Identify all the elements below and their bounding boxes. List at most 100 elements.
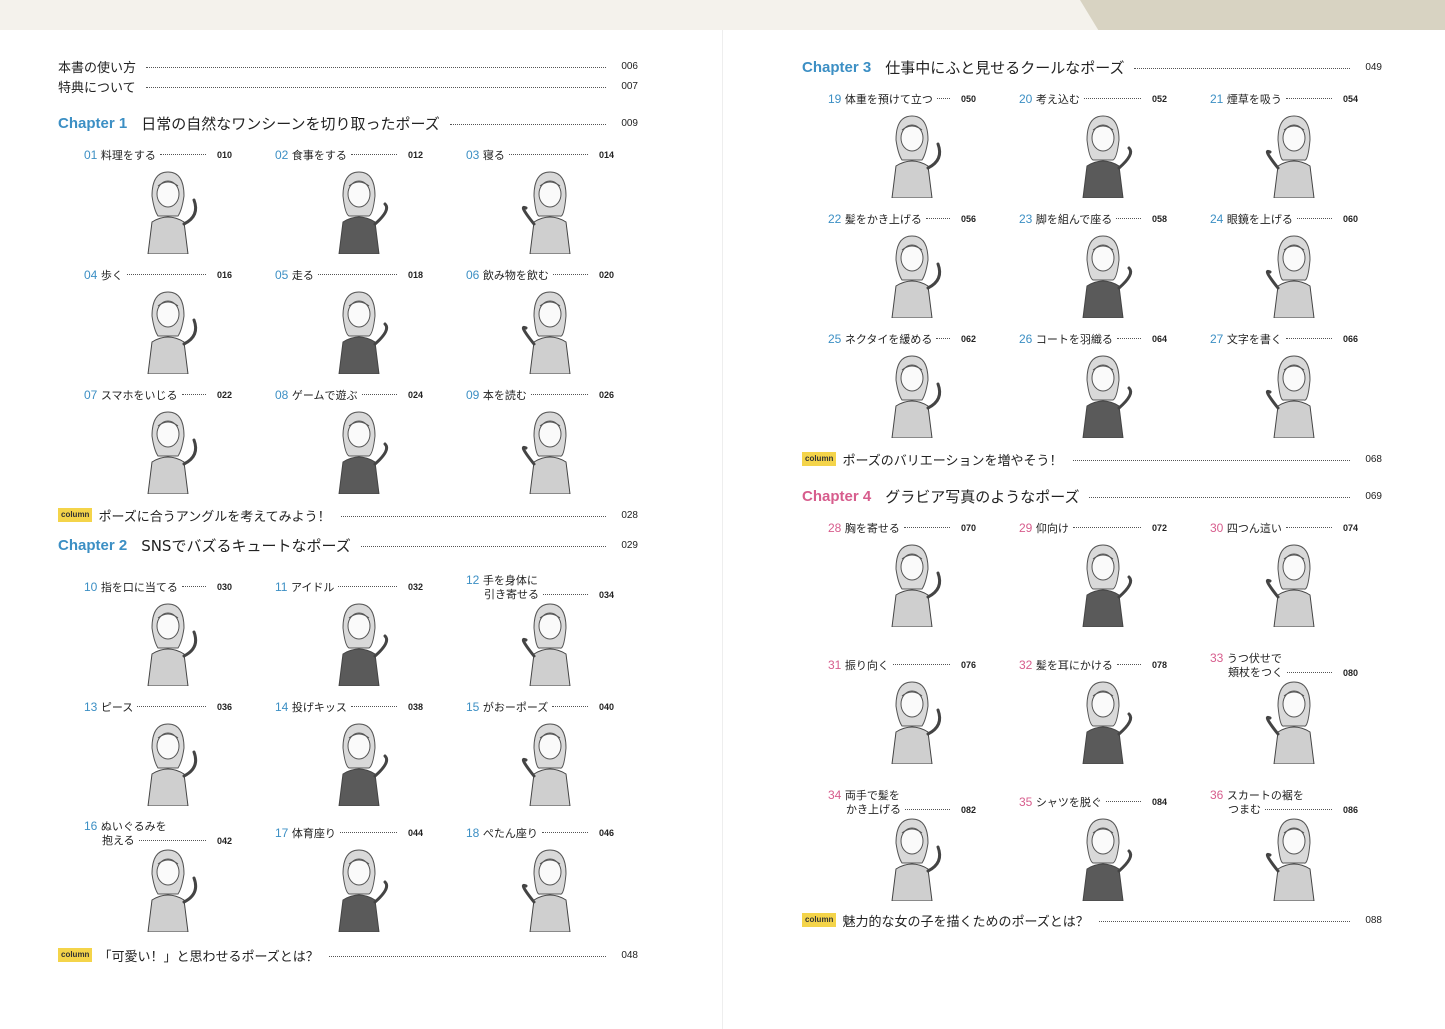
leader-dots xyxy=(905,809,950,810)
pose-entry-22[interactable]: 22 髪をかき上げる 056 xyxy=(828,210,976,330)
pose-number: 09 xyxy=(466,388,480,402)
column-entry-3[interactable]: column ポーズのバリエーションを増やそう！ 068 xyxy=(802,450,1382,469)
pose-illustration xyxy=(521,291,571,374)
pose-entry-24[interactable]: 24 眼鏡を上げる 060 xyxy=(1210,210,1358,330)
leader-dots xyxy=(543,594,588,595)
pose-number: 27 xyxy=(1210,332,1224,346)
pose-entry-36[interactable]: 36 スカートの裾を つまむ 086 xyxy=(1210,788,1358,913)
pose-page: 064 xyxy=(1151,334,1167,344)
pose-title: 四つん這い xyxy=(1226,522,1282,535)
pose-entry-07[interactable]: 07 スマホをいじる 022 xyxy=(84,386,232,506)
chapter-2-heading[interactable]: Chapter 2 SNSでバズるキュートなポーズ 029 xyxy=(58,536,638,555)
pose-entry-01[interactable]: 01 料理をする 010 xyxy=(84,146,232,266)
pose-title: ピース xyxy=(100,701,134,714)
pose-entry-30[interactable]: 30 四つん這い 074 xyxy=(1210,519,1358,639)
pose-illustration xyxy=(338,171,389,254)
pose-entry-12[interactable]: 12 手を身体に 引き寄せる 034 xyxy=(466,573,614,698)
pose-title-line: 02 食事をする xyxy=(275,147,347,163)
pose-title: シャツを脱ぐ xyxy=(1035,796,1102,809)
toc-entry-intro-1[interactable]: 本書の使い方 006 xyxy=(58,57,638,76)
pose-illustration xyxy=(1082,818,1133,901)
chapter-title: グラビア写真のようなポーズ xyxy=(885,487,1080,506)
pose-title-line: 09 本を読む xyxy=(466,387,527,403)
column-entry-4[interactable]: column 魅力的な女の子を描くためのポーズとは？ 088 xyxy=(802,911,1382,930)
pose-number: 16 xyxy=(84,819,98,833)
pose-entry-20[interactable]: 20 考え込む 052 xyxy=(1019,90,1167,210)
pose-entry-10[interactable]: 10 指を口に当てる 030 xyxy=(84,578,232,698)
toc-entry-intro-2[interactable]: 特典について 007 xyxy=(58,77,638,96)
pose-entry-05[interactable]: 05 走る 018 xyxy=(275,266,423,386)
leader-dots xyxy=(351,154,397,155)
pose-entry-08[interactable]: 08 ゲームで遊ぶ 024 xyxy=(275,386,423,506)
pose-entry-09[interactable]: 09 本を読む 026 xyxy=(466,386,614,506)
pose-entry-04[interactable]: 04 歩く 016 xyxy=(84,266,232,386)
pose-illustration xyxy=(891,235,942,318)
pose-entry-18[interactable]: 18 ぺたん座り 046 xyxy=(466,824,614,944)
pose-entry-23[interactable]: 23 脚を組んで座る 058 xyxy=(1019,210,1167,330)
pose-title-line: 35 シャツを脱ぐ xyxy=(1019,794,1102,810)
leader-dots xyxy=(362,394,397,395)
toc-entry-title: 本書の使い方 xyxy=(58,60,137,76)
pose-title: 指を口に当てる xyxy=(100,581,178,594)
column-title: ポーズに合うアングルを考えてみよう！ xyxy=(98,509,331,525)
pose-number: 26 xyxy=(1019,332,1033,346)
leader-dots xyxy=(340,832,397,833)
pose-entry-32[interactable]: 32 髪を耳にかける 078 xyxy=(1019,656,1167,776)
pose-title-line: 24 眼鏡を上げる xyxy=(1210,211,1293,227)
pose-number: 08 xyxy=(275,388,289,402)
pose-entry-21[interactable]: 21 煙草を吸う 054 xyxy=(1210,90,1358,210)
pose-title: 体育座り xyxy=(291,827,336,840)
pose-number: 03 xyxy=(466,148,480,162)
pose-entry-26[interactable]: 26 コートを羽織る 064 xyxy=(1019,330,1167,450)
pose-title-line: 22 髪をかき上げる xyxy=(828,211,922,227)
pose-entry-19[interactable]: 19 体重を預けて立つ 050 xyxy=(828,90,976,210)
pose-entry-06[interactable]: 06 飲み物を飲む 020 xyxy=(466,266,614,386)
pose-illustration xyxy=(891,115,942,198)
pose-entry-03[interactable]: 03 寝る 014 xyxy=(466,146,614,266)
pose-page: 084 xyxy=(1151,797,1167,807)
pose-title: 文字を書く xyxy=(1226,333,1282,346)
pose-number: 23 xyxy=(1019,212,1033,226)
column-entry-1[interactable]: column ポーズに合うアングルを考えてみよう！ 028 xyxy=(58,506,638,525)
pose-entry-33[interactable]: 33 うつ伏せで 頬杖をつく 080 xyxy=(1210,651,1358,776)
pose-entry-27[interactable]: 27 文字を書く 066 xyxy=(1210,330,1358,450)
pose-entry-25[interactable]: 25 ネクタイを緩める 062 xyxy=(828,330,976,450)
pose-entry-15[interactable]: 15 がおーポーズ 040 xyxy=(466,698,614,818)
pose-page: 052 xyxy=(1151,94,1167,104)
pose-title: 髪を耳にかける xyxy=(1035,659,1113,672)
leader-dots xyxy=(893,664,950,665)
pose-entry-13[interactable]: 13 ピース 036 xyxy=(84,698,232,818)
leader-dots xyxy=(509,154,588,155)
pose-title-line: 23 脚を組んで座る xyxy=(1019,211,1112,227)
pose-entry-14[interactable]: 14 投げキッス 038 xyxy=(275,698,423,818)
leader-dots xyxy=(160,154,206,155)
pose-title-line: 08 ゲームで遊ぶ xyxy=(275,387,358,403)
pose-entry-28[interactable]: 28 胸を寄せる 070 xyxy=(828,519,976,639)
leader-dots xyxy=(137,706,206,707)
pose-entry-34[interactable]: 34 両手で髪を かき上げる 082 xyxy=(828,788,976,913)
pose-page: 030 xyxy=(216,582,232,592)
chapter-1-heading[interactable]: Chapter 1 日常の自然なワンシーンを切り取ったポーズ 009 xyxy=(58,114,638,133)
pose-number: 04 xyxy=(84,268,98,282)
pose-entry-11[interactable]: 11 アイドル 032 xyxy=(275,578,423,698)
chapter-3-heading[interactable]: Chapter 3 仕事中にふと見せるクールなポーズ 049 xyxy=(802,58,1382,77)
pose-page: 012 xyxy=(407,150,423,160)
pose-number: 33 xyxy=(1210,651,1224,665)
pose-illustration xyxy=(521,171,571,254)
pose-page: 074 xyxy=(1342,523,1358,533)
pose-entry-35[interactable]: 35 シャツを脱ぐ 084 xyxy=(1019,793,1167,913)
chapter-4-heading[interactable]: Chapter 4 グラビア写真のようなポーズ 069 xyxy=(802,487,1382,506)
pose-illustration xyxy=(1265,115,1315,198)
pose-number: 21 xyxy=(1210,92,1224,106)
column-entry-2[interactable]: column 「可愛い！」と思わせるポーズとは？ 048 xyxy=(58,946,638,965)
pose-entry-02[interactable]: 02 食事をする 012 xyxy=(275,146,423,266)
pose-number: 30 xyxy=(1210,521,1224,535)
pose-page: 024 xyxy=(407,390,423,400)
pose-entry-17[interactable]: 17 体育座り 044 xyxy=(275,824,423,944)
pose-title-line: 18 ぺたん座り xyxy=(466,825,538,841)
pose-title-line: 15 がおーポーズ xyxy=(466,699,548,715)
pose-entry-31[interactable]: 31 振り向く 076 xyxy=(828,656,976,776)
pose-entry-16[interactable]: 16 ぬいぐるみを 抱える 042 xyxy=(84,819,232,944)
pose-entry-29[interactable]: 29 仰向け 072 xyxy=(1019,519,1167,639)
pose-page: 056 xyxy=(960,214,976,224)
